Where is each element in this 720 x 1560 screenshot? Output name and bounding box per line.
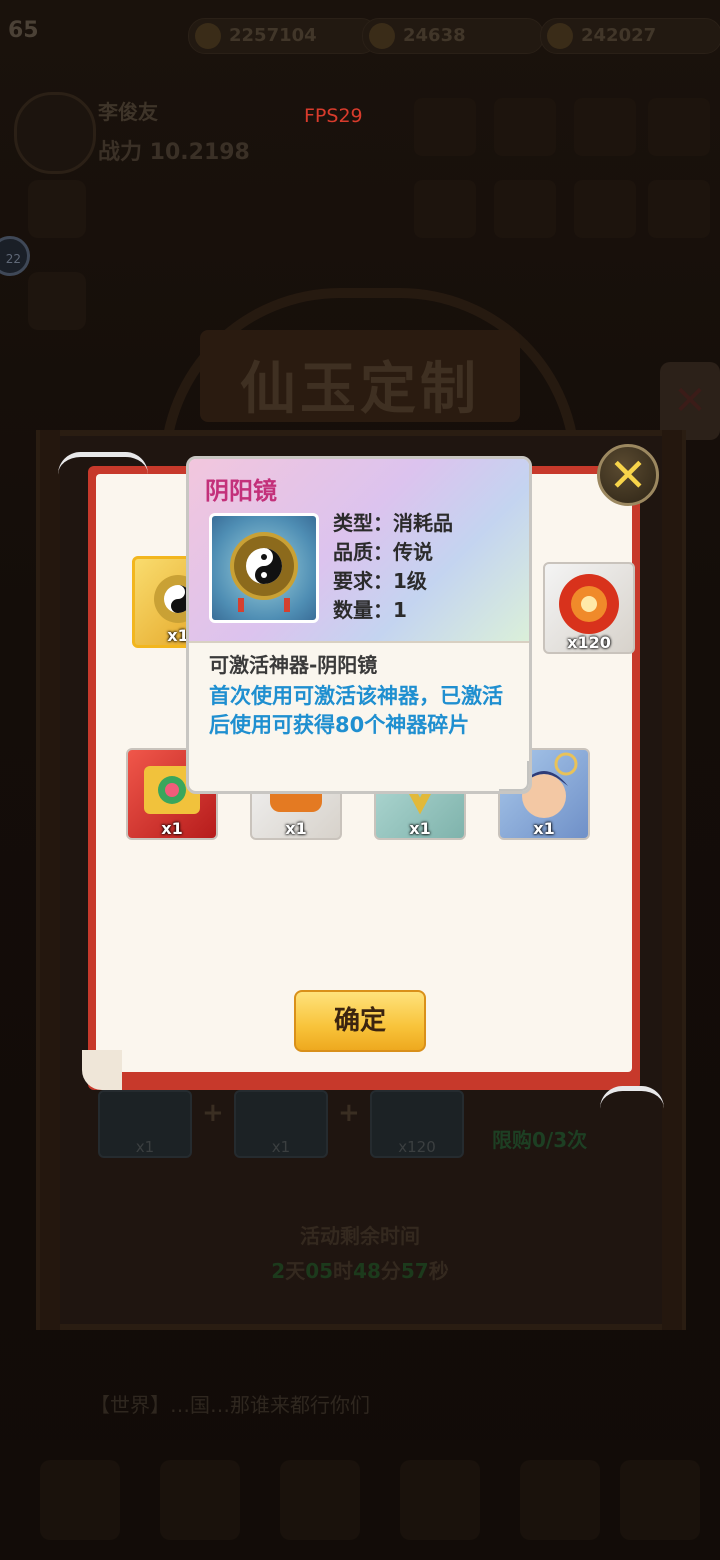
paper-curl (82, 1050, 122, 1090)
resource-jade[interactable]: 242027 (540, 18, 720, 54)
item-requirement: 要求：1级 (333, 569, 427, 593)
item-description: 首次使用可激活该神器，已激活后使用可获得80个神器碎片 (209, 684, 503, 737)
purchase-limit: 限购0/3次 (492, 1128, 588, 1152)
plus-icon: + (202, 1098, 224, 1128)
item-tooltip: 阴阳镜 类型：消耗品 品质：传说 要求：1级 数量：1 可激活神器-阴阳镜 首次… (186, 456, 532, 794)
left-pillar (40, 430, 60, 1330)
item-type: 类型：消耗品 (333, 511, 453, 535)
nav-item-5[interactable] (520, 1460, 600, 1540)
tooltip-divider (189, 641, 529, 643)
timer-label: 活动剩余时间 (300, 1224, 420, 1248)
close-popup-button[interactable]: ✕ (597, 444, 659, 506)
tooltip-properties: 类型：消耗品 品质：传说 要求：1级 数量：1 (333, 507, 453, 623)
side-icon-2[interactable] (28, 272, 86, 330)
tooltip-corner-decoration (499, 761, 529, 791)
countdown-timer: 2天05时48分57秒 (271, 1259, 449, 1283)
menu-icon-7[interactable] (574, 180, 636, 238)
side-icon-1[interactable] (28, 180, 86, 238)
menu-icon-5[interactable] (414, 180, 476, 238)
menu-icon-8[interactable] (648, 180, 710, 238)
side-badge[interactable]: 22 (0, 236, 30, 276)
swirl-decoration (58, 452, 148, 497)
confirm-button[interactable]: 确定 (294, 990, 426, 1052)
menu-icon-1[interactable] (414, 98, 476, 156)
menu-icon-6[interactable] (494, 180, 556, 238)
item-quality: 品质：传说 (333, 540, 433, 564)
top-resource-bar: 65 2257104 24638 242027 (0, 0, 720, 80)
ingot-icon (369, 23, 395, 49)
nav-item-6[interactable] (620, 1460, 700, 1540)
menu-icon-2[interactable] (494, 98, 556, 156)
item-subtitle: 可激活神器-阴阳镜 (209, 653, 378, 677)
nav-item-2[interactable] (160, 1460, 240, 1540)
event-close-button[interactable]: ✕ (660, 362, 720, 440)
close-icon: ✕ (608, 448, 648, 502)
gold-coin-icon (195, 23, 221, 49)
fps-counter: FPS29 (304, 105, 363, 127)
right-pillar (662, 430, 682, 1330)
yinyang-mirror-icon (230, 532, 298, 612)
bottom-nav (0, 1440, 720, 1560)
menu-icon-4[interactable] (648, 98, 710, 156)
tooltip-body: 可激活神器-阴阳镜 首次使用可激活该神器，已激活后使用可获得80个神器碎片 (209, 649, 515, 740)
tooltip-item-icon (209, 513, 319, 623)
tooltip-item-name: 阴阳镜 (205, 477, 277, 505)
nav-item-4[interactable] (400, 1460, 480, 1540)
player-level: 65 (8, 18, 39, 43)
resource-ingot[interactable]: 24638 (362, 18, 544, 54)
player-name: 李俊友 (98, 100, 158, 124)
player-power: 战力 10.2198 (98, 140, 250, 165)
bundle-item-2[interactable]: x1 (234, 1090, 328, 1158)
reward-item-red-orb[interactable]: x120 (543, 562, 635, 654)
item-quantity: 数量：1 (333, 598, 407, 622)
world-chat-bar[interactable]: 【世界】…国…那谁来都行你们 (20, 1380, 700, 1430)
bundle-item-1[interactable]: x1 (98, 1090, 192, 1158)
resource-gold[interactable]: 2257104 (188, 18, 378, 54)
swirl-decoration (600, 1086, 664, 1131)
plus-icon: + (338, 1098, 360, 1128)
nav-item-1[interactable] (40, 1460, 120, 1540)
event-title: 仙玉定制 (240, 356, 480, 422)
event-title-plaque: 仙玉定制 (200, 330, 520, 422)
player-avatar[interactable] (14, 92, 96, 174)
menu-icon-3[interactable] (574, 98, 636, 156)
jade-icon (547, 23, 573, 49)
bundle-item-3[interactable]: x120 (370, 1090, 464, 1158)
nav-item-3[interactable] (280, 1460, 360, 1540)
